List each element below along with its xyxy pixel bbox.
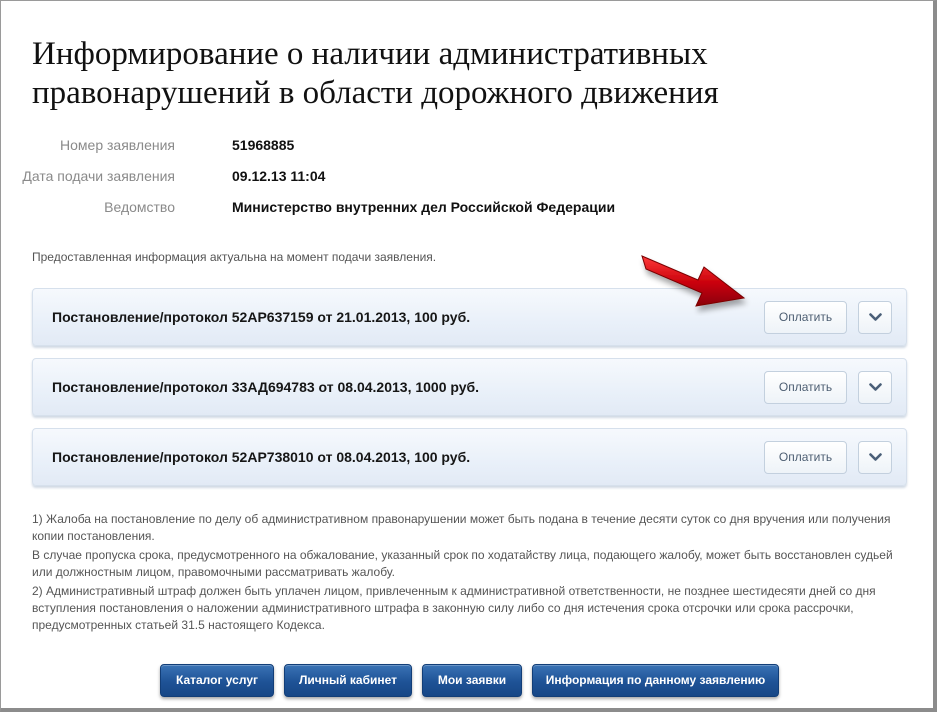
- footnote-complaint-restore: В случае пропуска срока, предусмотренног…: [32, 548, 893, 579]
- footnotes: 1) Жалоба на постановление по делу об ад…: [32, 511, 912, 636]
- footnote-fine-payment: 2) Административный штраф должен быть уп…: [32, 584, 876, 632]
- red-arrow-icon: [641, 255, 746, 307]
- expand-button[interactable]: [858, 301, 892, 334]
- chevron-down-icon: [869, 383, 882, 391]
- catalog-button[interactable]: Каталог услуг: [160, 664, 274, 697]
- application-number-row: Номер заявления 51968885: [1, 137, 901, 157]
- page-frame: Информирование о наличии административны…: [0, 0, 937, 712]
- agency-value: Министерство внутренних дел Российской Ф…: [232, 199, 616, 215]
- protocol-panel: Постановление/протокол 33АД694783 от 08.…: [32, 358, 907, 416]
- chevron-down-icon: [869, 313, 882, 321]
- application-date-value: 09.12.13 11:04: [232, 168, 326, 184]
- expand-button[interactable]: [858, 371, 892, 404]
- agency-row: Ведомство Министерство внутренних дел Ро…: [1, 199, 901, 219]
- request-info-button[interactable]: Информация по данному заявлению: [532, 664, 779, 697]
- page-title: Информирование о наличии административны…: [32, 36, 719, 111]
- application-number-value: 51968885: [232, 137, 295, 153]
- footnote-complaint: 1) Жалоба на постановление по делу об ад…: [32, 512, 891, 543]
- my-requests-button[interactable]: Мои заявки: [422, 664, 522, 697]
- personal-cabinet-button[interactable]: Личный кабинет: [284, 664, 412, 697]
- pay-button[interactable]: Оплатить: [764, 441, 847, 474]
- agency-label: Ведомство: [104, 199, 175, 215]
- protocol-panel: Постановление/протокол 52АР738010 от 08.…: [32, 428, 907, 486]
- expand-button[interactable]: [858, 441, 892, 474]
- pay-button[interactable]: Оплатить: [764, 371, 847, 404]
- protocol-title: Постановление/протокол 52АР738010 от 08.…: [52, 449, 471, 465]
- chevron-down-icon: [869, 453, 882, 461]
- application-date-label: Дата подачи заявления: [22, 168, 175, 184]
- protocol-title: Постановление/протокол 33АД694783 от 08.…: [52, 379, 480, 395]
- protocol-title: Постановление/протокол 52АР637159 от 21.…: [52, 309, 471, 325]
- protocol-panel: Постановление/протокол 52АР637159 от 21.…: [32, 288, 907, 346]
- application-number-label: Номер заявления: [60, 137, 175, 153]
- pay-button[interactable]: Оплатить: [764, 301, 847, 334]
- application-date-row: Дата подачи заявления 09.12.13 11:04: [1, 168, 901, 188]
- actuality-notice: Предоставленная информация актуальна на …: [32, 250, 437, 264]
